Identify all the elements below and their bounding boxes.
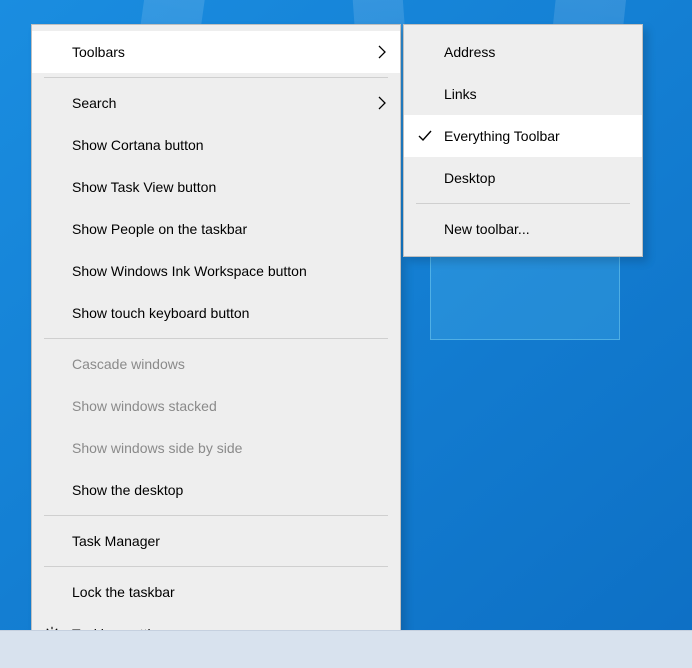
submenu-item-links[interactable]: Links bbox=[404, 73, 642, 115]
taskbar-context-menu: Toolbars Search Show Cortana button Show… bbox=[31, 24, 401, 662]
menu-item-label: Everything Toolbar bbox=[444, 128, 560, 144]
menu-item-label: Show Windows Ink Workspace button bbox=[72, 263, 307, 279]
menu-item-show-people-on-taskbar[interactable]: Show People on the taskbar bbox=[32, 208, 400, 250]
menu-item-label: Show the desktop bbox=[72, 482, 183, 498]
menu-item-cascade-windows: Cascade windows bbox=[32, 343, 400, 385]
submenu-item-address[interactable]: Address bbox=[404, 31, 642, 73]
menu-item-search[interactable]: Search bbox=[32, 82, 400, 124]
menu-item-label: Cascade windows bbox=[72, 356, 185, 372]
check-icon bbox=[418, 129, 432, 143]
menu-item-label: Show windows side by side bbox=[72, 440, 242, 456]
menu-item-show-windows-ink-workspace-button[interactable]: Show Windows Ink Workspace button bbox=[32, 250, 400, 292]
menu-item-label: Show Task View button bbox=[72, 179, 216, 195]
submenu-item-everything-toolbar[interactable]: Everything Toolbar bbox=[404, 115, 642, 157]
menu-item-label: Links bbox=[444, 86, 477, 102]
menu-item-label: Lock the taskbar bbox=[72, 584, 175, 600]
menu-separator bbox=[416, 203, 630, 204]
menu-item-show-touch-keyboard-button[interactable]: Show touch keyboard button bbox=[32, 292, 400, 334]
menu-item-show-windows-side-by-side: Show windows side by side bbox=[32, 427, 400, 469]
menu-item-label: Toolbars bbox=[72, 44, 125, 60]
menu-item-lock-the-taskbar[interactable]: Lock the taskbar bbox=[32, 571, 400, 613]
menu-separator bbox=[44, 338, 388, 339]
taskbar[interactable] bbox=[0, 630, 692, 668]
submenu-item-desktop[interactable]: Desktop bbox=[404, 157, 642, 199]
menu-item-label: Show touch keyboard button bbox=[72, 305, 249, 321]
chevron-right-icon bbox=[378, 96, 386, 110]
submenu-item-new-toolbar[interactable]: New toolbar... bbox=[404, 208, 642, 250]
menu-separator bbox=[44, 77, 388, 78]
chevron-right-icon bbox=[378, 45, 386, 59]
menu-item-show-cortana-button[interactable]: Show Cortana button bbox=[32, 124, 400, 166]
menu-item-show-task-view-button[interactable]: Show Task View button bbox=[32, 166, 400, 208]
menu-item-label: New toolbar... bbox=[444, 221, 530, 237]
menu-item-label: Show windows stacked bbox=[72, 398, 217, 414]
menu-separator bbox=[44, 515, 388, 516]
menu-item-label: Show Cortana button bbox=[72, 137, 204, 153]
menu-item-task-manager[interactable]: Task Manager bbox=[32, 520, 400, 562]
menu-item-label: Task Manager bbox=[72, 533, 160, 549]
menu-item-toolbars[interactable]: Toolbars bbox=[32, 31, 400, 73]
menu-item-label: Show People on the taskbar bbox=[72, 221, 247, 237]
menu-item-show-windows-stacked: Show windows stacked bbox=[32, 385, 400, 427]
toolbars-submenu: Address Links Everything Toolbar Desktop… bbox=[403, 24, 643, 257]
menu-item-label: Address bbox=[444, 44, 495, 60]
menu-item-label: Search bbox=[72, 95, 116, 111]
menu-separator bbox=[44, 566, 388, 567]
menu-item-show-the-desktop[interactable]: Show the desktop bbox=[32, 469, 400, 511]
menu-item-label: Desktop bbox=[444, 170, 495, 186]
